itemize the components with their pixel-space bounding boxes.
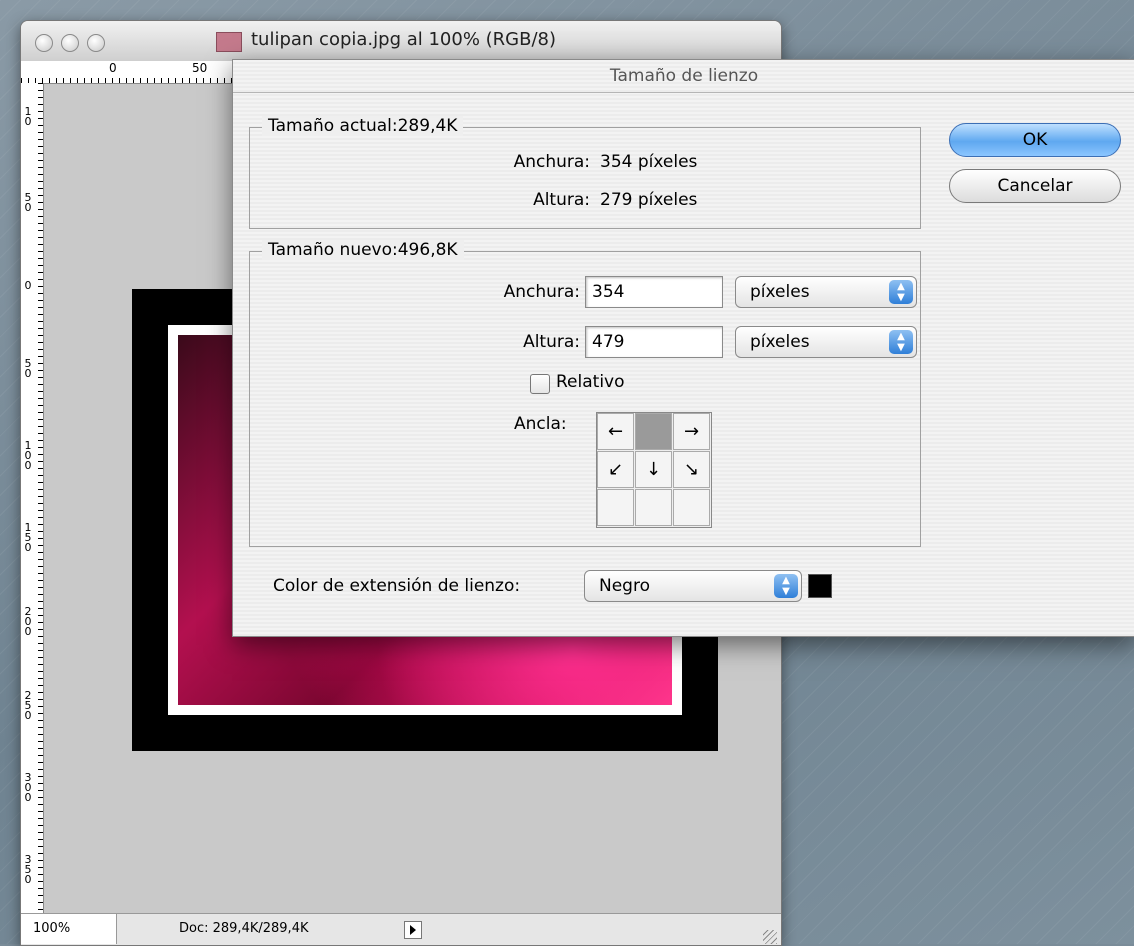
anchor-cell-middle-left[interactable]: ↙ — [597, 451, 634, 488]
dialog-title: Tamaño de lienzo — [609, 66, 759, 86]
extension-color-label: Color de extensión de lienzo: — [273, 576, 521, 596]
ruler-label: 1 5 0 — [24, 521, 32, 554]
ruler-label: 1 0 0 — [24, 439, 32, 472]
document-title: tulipan copia.jpg al 100% (RGB/8) — [251, 29, 557, 50]
new-size-legend: Tamaño nuevo:496,8K — [262, 240, 464, 260]
ruler-label: 50 — [192, 61, 208, 75]
new-size-group: Tamaño nuevo:496,8K Anchura: píxeles ▲▼ … — [249, 240, 921, 547]
anchor-cell-middle-right[interactable]: ↘ — [673, 451, 710, 488]
ok-button[interactable]: OK — [949, 123, 1121, 157]
minimize-button[interactable] — [61, 34, 79, 52]
cancel-button[interactable]: Cancelar — [949, 169, 1121, 203]
new-width-label: Anchura: — [503, 282, 580, 302]
new-height-input[interactable] — [585, 326, 723, 358]
ruler-label: 2 5 0 — [24, 689, 32, 722]
current-width-value: 354 píxeles — [600, 152, 698, 172]
current-size-legend: Tamaño actual:289,4K — [262, 116, 464, 136]
dialog-titlebar[interactable]: Tamaño de lienzo — [233, 60, 1134, 93]
ruler-label: 5 0 — [24, 357, 32, 380]
status-menu-arrow-icon[interactable] — [404, 921, 422, 939]
document-titlebar[interactable]: tulipan copia.jpg al 100% (RGB/8) — [21, 21, 781, 62]
anchor-cell-top-right[interactable]: → — [673, 413, 710, 450]
popup-arrows-icon: ▲ ▼ — [774, 574, 798, 598]
resize-grip-icon[interactable] — [763, 930, 777, 944]
ruler-label: 2 0 0 — [24, 605, 32, 638]
document-size-info: Doc: 289,4K/289,4K — [179, 921, 309, 936]
popup-arrows-icon: ▲ ▼ — [889, 280, 913, 304]
ruler-label: 0 — [24, 279, 32, 292]
anchor-cell-bottom-right[interactable] — [673, 489, 710, 526]
popup-arrows-icon: ▲ ▼ — [889, 330, 913, 354]
current-width-label: Anchura: — [513, 152, 590, 172]
relative-label: Relativo — [556, 372, 625, 392]
current-size-group: Tamaño actual:289,4K Anchura: 354 píxele… — [249, 116, 921, 229]
ruler-label: 1 0 — [24, 105, 32, 128]
zoom-button[interactable] — [87, 34, 105, 52]
ruler-label: 3 0 0 — [24, 771, 32, 804]
anchor-cell-top-left[interactable]: ← — [597, 413, 634, 450]
width-unit-value: píxeles — [750, 282, 810, 302]
extension-color-swatch[interactable] — [808, 574, 832, 598]
anchor-label: Ancla: — [514, 414, 567, 434]
zoom-level-field[interactable]: 100% — [21, 914, 117, 944]
current-height-value: 279 píxeles — [600, 190, 698, 210]
extension-color-select[interactable]: Negro ▲ ▼ — [584, 570, 802, 602]
status-bar: 100% Doc: 289,4K/289,4K — [21, 913, 781, 945]
anchor-cell-bottom-center[interactable] — [635, 489, 672, 526]
image-file-icon — [216, 32, 242, 52]
close-button[interactable] — [35, 34, 53, 52]
canvas-size-dialog: Tamaño de lienzo Tamaño actual:289,4K An… — [232, 59, 1134, 637]
ruler-label: 3 5 0 — [24, 853, 32, 886]
ruler-label: 5 0 — [24, 191, 32, 214]
anchor-cell-top-center[interactable] — [635, 413, 672, 450]
relative-checkbox[interactable] — [530, 374, 550, 394]
extension-color-value: Negro — [599, 576, 650, 596]
height-unit-select[interactable]: píxeles ▲ ▼ — [735, 326, 917, 358]
new-height-label: Altura: — [523, 332, 580, 352]
current-height-label: Altura: — [533, 190, 590, 210]
ruler-label: 0 — [109, 61, 117, 75]
new-width-input[interactable] — [585, 276, 723, 308]
anchor-cell-bottom-left[interactable] — [597, 489, 634, 526]
height-unit-value: píxeles — [750, 332, 810, 352]
vertical-ruler[interactable]: 1 0 5 0 0 5 0 1 0 0 1 5 0 2 0 0 2 5 0 3 … — [21, 83, 44, 913]
anchor-cell-center[interactable]: ↓ — [635, 451, 672, 488]
anchor-grid: ← → ↙ ↓ ↘ — [596, 412, 712, 528]
width-unit-select[interactable]: píxeles ▲ ▼ — [735, 276, 917, 308]
